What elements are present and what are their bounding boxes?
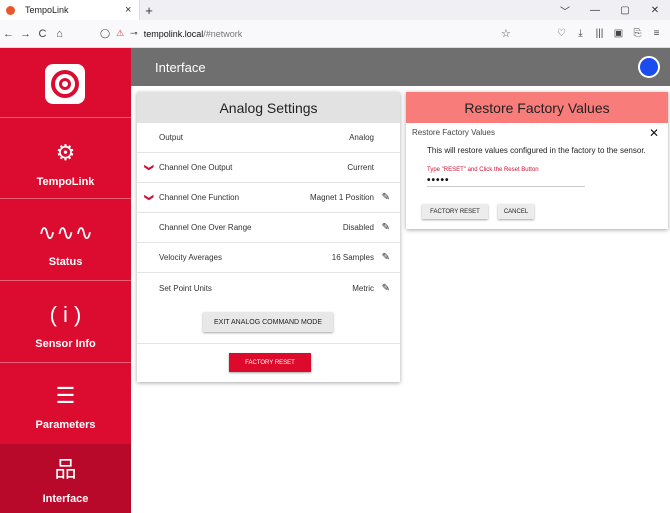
close-icon[interactable]: ✕	[649, 126, 659, 140]
tempolink-logo	[45, 64, 85, 104]
factory-reset-button[interactable]: FACTORY RESET	[229, 353, 311, 372]
waveform-icon: ∿∿∿	[37, 220, 94, 245]
sidebar-item-status[interactable]: ∿∿∿ Status	[0, 199, 131, 276]
setting-value: Magnet 1 Position	[309, 193, 374, 202]
browser-tab-bar: TempoLink × + ﹀ — ▢ ✕	[0, 0, 670, 20]
library-icon[interactable]: |||	[590, 28, 609, 39]
setting-row-channel-one-over-range: Channel One Over Range Disabled ✎	[137, 213, 400, 243]
page-title: Interface	[155, 59, 206, 75]
setting-label: Output	[159, 133, 184, 142]
setting-label: Channel One Over Range	[159, 223, 252, 232]
sliders-icon: ☰	[55, 383, 76, 408]
bookmark-star-icon[interactable]: ☆	[501, 27, 511, 40]
connection-status-indicator[interactable]	[638, 56, 660, 78]
browser-tab[interactable]: TempoLink ×	[0, 0, 140, 20]
permissions-icon: ⊸	[130, 28, 138, 38]
tab-list-icon[interactable]: ﹀	[550, 3, 580, 18]
dialog-title: Restore Factory Values	[412, 128, 495, 137]
restore-factory-values-card: Restore Factory Values Restore Factory V…	[406, 92, 668, 229]
edit-pencil-icon[interactable]: ✎	[382, 192, 390, 203]
reload-icon[interactable]: C	[34, 28, 51, 40]
sidebar-item-label: Sensor Info	[35, 338, 96, 350]
analog-settings-card: Analog Settings Output Analog ❯ Channel …	[137, 92, 400, 382]
shield-icon: ◯	[100, 28, 111, 38]
reset-confirmation-input[interactable]: •••••	[427, 175, 585, 187]
setting-value: Disabled	[342, 223, 374, 232]
close-window-icon[interactable]: ✕	[640, 5, 670, 16]
setting-row-set-point-units: Set Point Units Metric ✎	[137, 273, 400, 303]
setting-row-channel-one-output[interactable]: ❯ Channel One Output Current	[137, 153, 400, 183]
sidebar: ⚙ TempoLink ∿∿∿ Status ( i ) Sensor Info…	[0, 48, 131, 513]
browser-toolbar: ♡ ⤓ ||| ▣ ⎘ ≡	[552, 28, 666, 39]
info-icon: ( i )	[49, 302, 82, 327]
setting-label: Velocity Averages	[159, 253, 223, 262]
setting-row-channel-one-function[interactable]: ❯ Channel One Function Magnet 1 Position…	[137, 183, 400, 213]
edit-pencil-icon[interactable]: ✎	[382, 283, 390, 294]
sidebar-item-label: TempoLink	[36, 176, 95, 188]
sidebar-item-label: Status	[48, 256, 83, 268]
url-path: /#network	[203, 28, 243, 39]
divider	[137, 343, 400, 344]
url-domain: tempolink.local	[143, 28, 204, 39]
network-icon: 品	[54, 457, 77, 482]
tab-close-icon[interactable]: ×	[125, 4, 139, 16]
setting-label: Channel One Output	[159, 163, 233, 172]
page-header: Interface	[131, 48, 670, 86]
sidebar-item-label: Parameters	[35, 419, 96, 431]
lock-icon: ⚠	[116, 28, 125, 38]
sidebar-item-sensor-info[interactable]: ( i ) Sensor Info	[0, 281, 131, 358]
back-icon[interactable]: ←	[0, 28, 17, 40]
chevron-down-icon[interactable]: ❯	[143, 194, 154, 202]
downloads-icon[interactable]: ⤓	[571, 28, 590, 39]
new-tab-button[interactable]: +	[140, 3, 158, 18]
edit-pencil-icon[interactable]: ✎	[382, 252, 390, 263]
window-controls: ﹀ — ▢ ✕	[550, 0, 670, 20]
divider	[0, 117, 131, 118]
reset-hint-label: Type "RESET" and Click the Reset Button	[427, 167, 539, 173]
extensions-icon[interactable]: ⎘	[628, 28, 647, 39]
browser-nav-bar: ← → C ⌂ ◯ ⚠ ⊸ tempolink.local/#network ☆…	[0, 20, 670, 48]
edit-pencil-icon[interactable]: ✎	[382, 222, 390, 233]
gear-icon: ⚙	[55, 140, 76, 165]
confirm-factory-reset-button[interactable]: FACTORY RESET	[422, 204, 488, 219]
home-icon[interactable]: ⌂	[51, 28, 68, 40]
setting-value: Metric	[352, 283, 374, 293]
minimize-icon[interactable]: —	[580, 5, 610, 16]
analog-settings-title: Analog Settings	[137, 92, 400, 123]
menu-icon[interactable]: ≡	[647, 28, 666, 39]
sidebar-item-parameters[interactable]: ☰ Parameters	[0, 362, 131, 439]
setting-value: 16 Samples	[331, 253, 374, 262]
tab-title: TempoLink	[25, 5, 69, 15]
pocket-icon[interactable]: ♡	[552, 28, 571, 39]
favicon-icon	[6, 5, 15, 15]
sidebar-item-interface[interactable]: 品 Interface	[0, 444, 131, 513]
setting-row-velocity-averages: Velocity Averages 16 Samples ✎	[137, 243, 400, 273]
dialog-message: This will restore values configured in t…	[427, 146, 646, 155]
sidebar-item-tempolink[interactable]: ⚙ TempoLink	[0, 119, 131, 196]
forward-icon[interactable]: →	[17, 28, 34, 40]
setting-value: Analog	[349, 133, 374, 142]
maximize-icon[interactable]: ▢	[610, 5, 640, 16]
sidebar-toggle-icon[interactable]: ▣	[609, 28, 628, 39]
chevron-down-icon[interactable]: ❯	[143, 164, 154, 172]
restore-factory-values-title: Restore Factory Values	[406, 92, 668, 123]
setting-label: Channel One Function	[159, 193, 240, 202]
setting-label: Set Point Units	[159, 283, 212, 293]
setting-value: Current	[347, 163, 374, 172]
exit-analog-command-mode-button[interactable]: EXIT ANALOG COMMAND MODE	[203, 312, 333, 332]
sidebar-item-label: Interface	[42, 493, 89, 505]
cancel-button[interactable]: CANCEL	[498, 204, 534, 219]
address-bar[interactable]: ◯ ⚠ ⊸ tempolink.local/#network	[100, 28, 490, 39]
setting-row-output: Output Analog	[137, 123, 400, 153]
